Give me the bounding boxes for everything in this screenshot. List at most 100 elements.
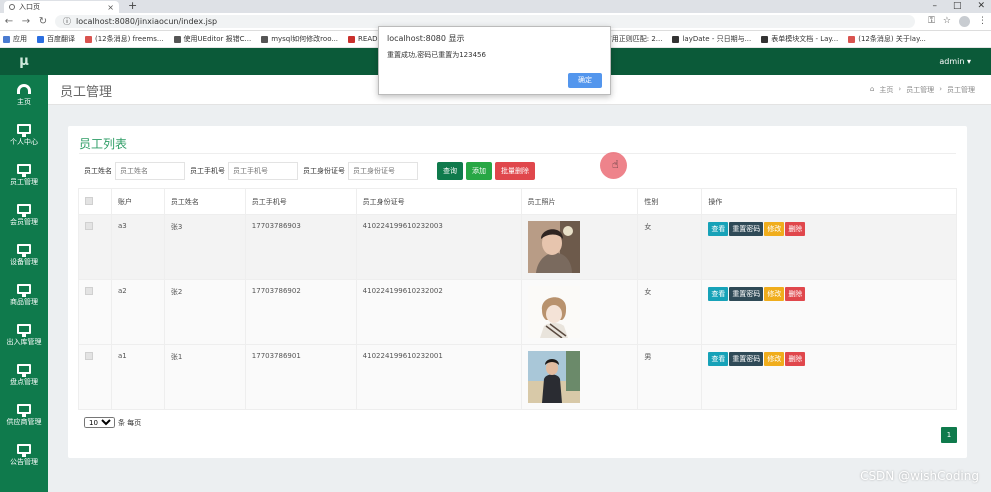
phone-label: 员工手机号 xyxy=(190,167,225,175)
main-content: 员工管理 ⌂ 主页 › 员工管理 › 员工管理 员工列表 员工姓名 员工手机号 … xyxy=(48,75,991,492)
forward-icon[interactable]: → xyxy=(21,16,31,27)
row-select-cell xyxy=(78,279,112,345)
breadcrumb-separator: › xyxy=(939,85,942,93)
bookmark-item[interactable]: 百度翻译 xyxy=(37,34,75,44)
sidebar-item[interactable]: 员工管理 xyxy=(0,155,48,195)
query-button[interactable]: 查询 xyxy=(437,162,463,180)
sidebar-item[interactable]: 供应商管理 xyxy=(0,395,48,435)
phone-search-input[interactable] xyxy=(228,162,298,180)
name-search-input[interactable] xyxy=(115,162,185,180)
sidebar-item-label: 主页 xyxy=(17,97,31,106)
sidebar-item[interactable]: 商品管理 xyxy=(0,275,48,315)
sidebar-item[interactable]: 个人中心 xyxy=(0,115,48,155)
sidebar-item[interactable]: 出入库管理 xyxy=(0,315,48,355)
minimize-icon[interactable]: – xyxy=(932,0,937,12)
delete-button[interactable]: 删除 xyxy=(785,222,806,236)
profile-avatar[interactable] xyxy=(959,16,970,27)
idcard-search-input[interactable] xyxy=(348,162,418,180)
info-icon: ⓘ xyxy=(63,17,71,26)
column-header: 员工手机号 xyxy=(244,188,357,215)
back-icon[interactable]: ← xyxy=(4,16,14,27)
view-button[interactable]: 查看 xyxy=(708,222,729,236)
bookmark-favicon-icon xyxy=(672,35,680,43)
employee-photo xyxy=(527,351,580,403)
bookmark-item[interactable]: 使用UEditor 报错C... xyxy=(173,34,251,44)
name-cell: 张3 xyxy=(163,214,246,280)
sidebar-item-label: 会员管理 xyxy=(10,217,38,226)
row-select-cell xyxy=(78,344,112,410)
reset-password-button[interactable]: 重置密码 xyxy=(729,222,764,236)
hand-cursor-icon: ☝ xyxy=(612,158,619,171)
breadcrumb-section[interactable]: 员工管理 xyxy=(906,85,934,95)
gender-cell: 男 xyxy=(637,344,703,410)
row-checkbox[interactable] xyxy=(85,287,93,295)
add-button[interactable]: 添加 xyxy=(466,162,492,180)
bookmark-label: (12条消息) freems... xyxy=(95,35,164,43)
bookmark-item[interactable]: 应用 xyxy=(3,34,27,44)
edit-button[interactable]: 修改 xyxy=(764,352,785,366)
select-all-checkbox[interactable] xyxy=(85,196,93,205)
phone-cell: 17703786903 xyxy=(244,214,357,280)
reload-icon[interactable]: ↻ xyxy=(38,16,48,27)
sidebar-item[interactable]: 盘点管理 xyxy=(0,355,48,395)
account-cell: a2 xyxy=(110,279,165,345)
delete-button[interactable]: 删除 xyxy=(785,352,806,366)
key-icon[interactable]: ⚿ xyxy=(928,16,935,27)
bookmark-item[interactable]: (12条消息) freems... xyxy=(85,34,164,44)
edit-button[interactable]: 修改 xyxy=(764,222,785,236)
sidebar-item[interactable]: 会员管理 xyxy=(0,195,48,235)
photo-cell xyxy=(520,214,639,280)
reset-password-button[interactable]: 重置密码 xyxy=(729,287,764,301)
name-label: 员工姓名 xyxy=(84,167,112,175)
monitor-icon xyxy=(17,163,31,177)
photo-cell xyxy=(520,344,639,410)
browser-tab[interactable]: 入口页 × xyxy=(4,1,119,13)
batch-delete-button[interactable]: 批量删除 xyxy=(495,162,535,180)
menu-icon[interactable]: ⋮ xyxy=(978,16,987,27)
close-window-icon[interactable]: ✕ xyxy=(977,0,985,12)
row-select-cell xyxy=(78,214,112,280)
window-controls: – □ ✕ xyxy=(932,0,985,12)
dialog-ok-button[interactable]: 确定 xyxy=(568,73,602,88)
breadcrumb-home[interactable]: 主页 xyxy=(879,85,893,95)
divider xyxy=(79,153,956,154)
star-icon[interactable]: ☆ xyxy=(943,16,951,27)
monitor-icon xyxy=(17,203,31,217)
column-header: 员工照片 xyxy=(520,188,639,215)
view-button[interactable]: 查看 xyxy=(708,352,729,366)
row-checkbox[interactable] xyxy=(85,222,93,230)
sidebar-item[interactable]: 公告管理 xyxy=(0,435,48,475)
bookmark-favicon-icon xyxy=(348,35,356,43)
sidebar-item-label: 公告管理 xyxy=(10,457,38,466)
alert-dialog: localhost:8080 显示 重置成功,密码已重置为123456 确定 xyxy=(378,26,611,95)
url-text: localhost:8080/jinxiaocun/index.jsp xyxy=(76,17,218,26)
new-tab-button[interactable]: + xyxy=(128,0,137,12)
bookmark-item[interactable]: 表单模块文档 - Lay... xyxy=(761,34,838,44)
bookmark-label: (12条消息) 关于lay... xyxy=(858,35,926,43)
bookmark-favicon-icon xyxy=(261,35,269,43)
delete-button[interactable]: 删除 xyxy=(785,287,806,301)
edit-button[interactable]: 修改 xyxy=(764,287,785,301)
bookmark-item[interactable]: (12条消息) 关于lay... xyxy=(848,34,926,44)
sidebar-item-label: 商品管理 xyxy=(10,297,38,306)
table-row: a2 张2 17703786902 410224199610232002 女 查… xyxy=(78,279,957,345)
bookmark-item[interactable]: mysql如何修改roo... xyxy=(261,34,338,44)
bookmark-item[interactable]: layDate - 只日期与... xyxy=(672,34,751,44)
maximize-icon[interactable]: □ xyxy=(953,0,962,12)
per-page-label: 条 每页 xyxy=(118,418,142,427)
sidebar-item[interactable]: 主页 xyxy=(0,75,48,115)
view-button[interactable]: 查看 xyxy=(708,287,729,301)
sidebar: 主页个人中心 员工管理会员管理设备管理商品管理出入库管理 盘点管理 供应商管理公告管理 xyxy=(0,75,48,492)
idcard-cell: 410224199610232002 xyxy=(355,279,522,345)
row-checkbox[interactable] xyxy=(85,352,93,360)
monitor-icon xyxy=(17,243,31,257)
sidebar-item[interactable]: 设备管理 xyxy=(0,235,48,275)
page-size-select[interactable]: 10 xyxy=(84,417,115,428)
home-icon: ⌂ xyxy=(869,85,875,93)
dashboard-gauge-icon xyxy=(17,83,31,94)
page-number-button[interactable]: 1 xyxy=(941,427,957,443)
employee-list-card: 员工列表 员工姓名 员工手机号 员工身份证号 查询 添加 批量删除 账户 员工姓… xyxy=(68,126,967,458)
reset-password-button[interactable]: 重置密码 xyxy=(729,352,764,366)
close-tab-icon[interactable]: × xyxy=(107,3,114,12)
user-menu[interactable]: admin ▾ xyxy=(939,48,971,75)
